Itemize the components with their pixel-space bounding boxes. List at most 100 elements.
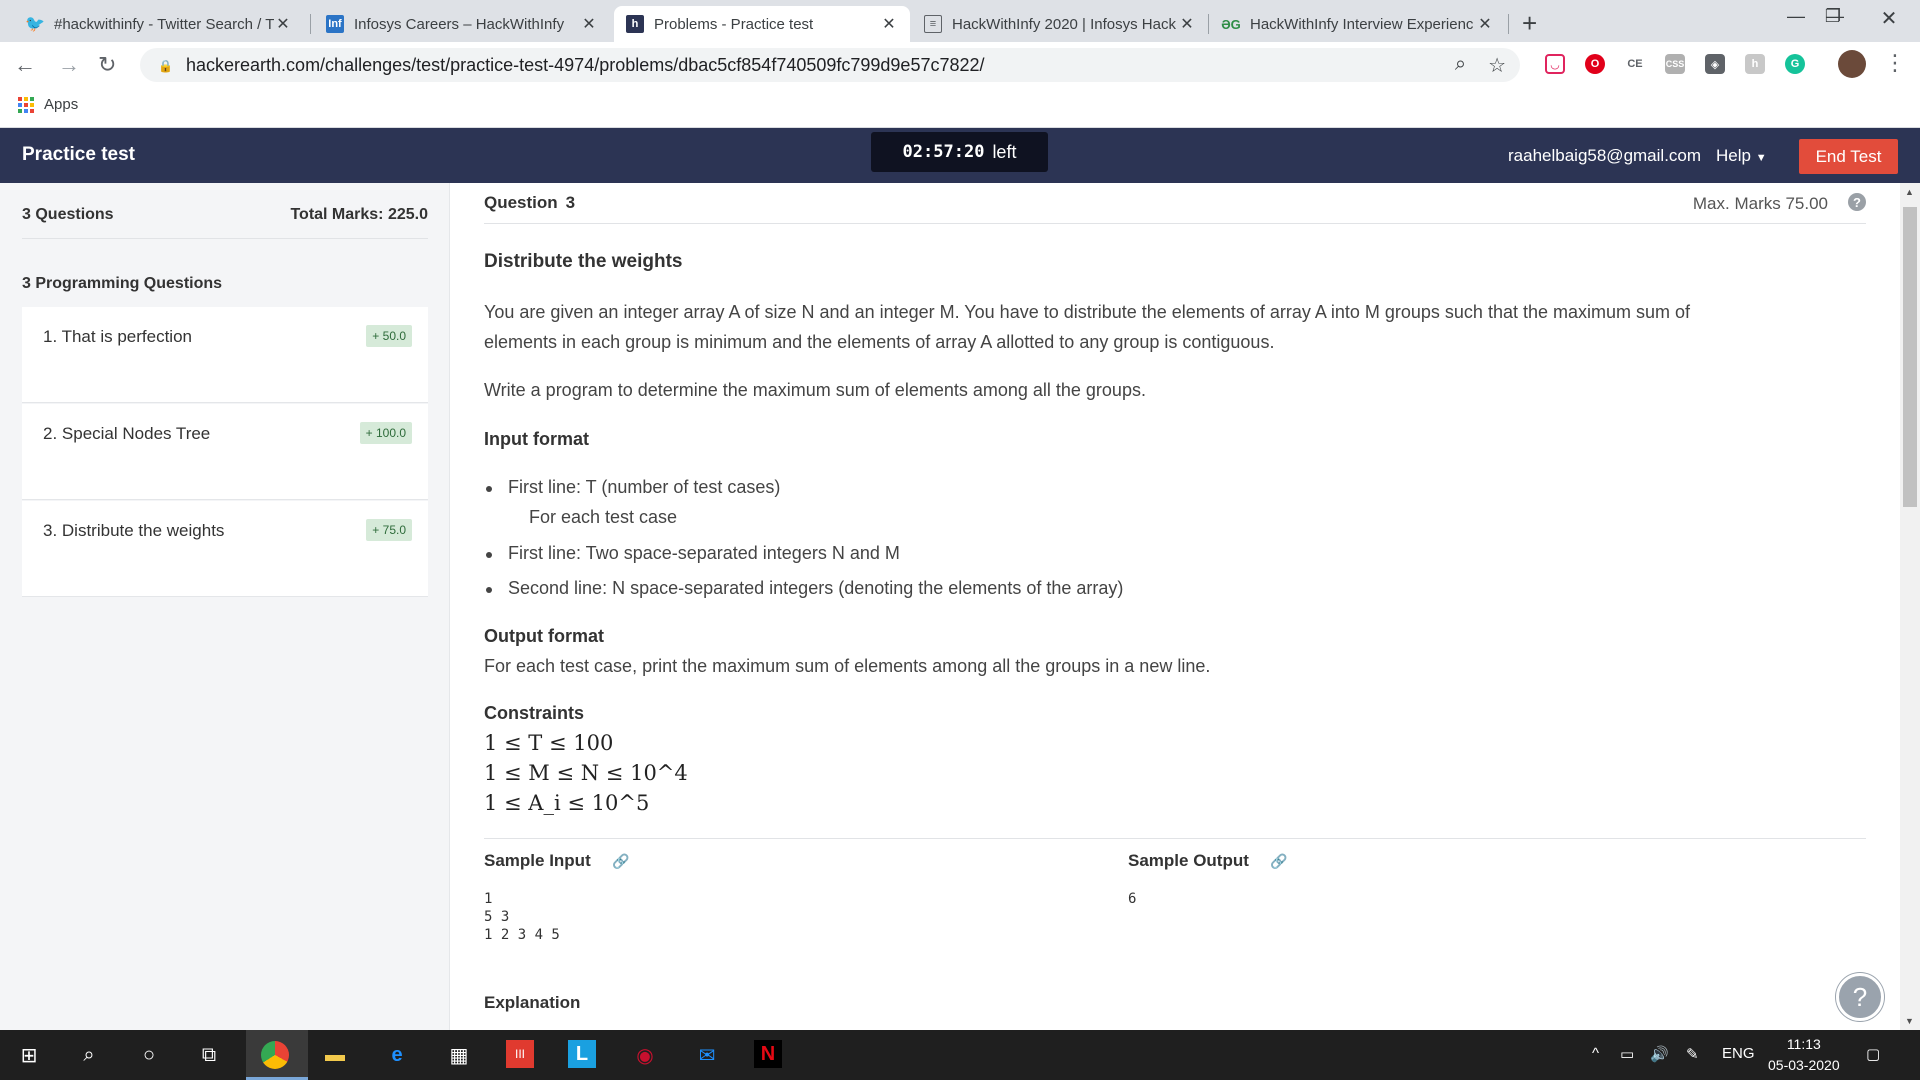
- user-email[interactable]: raahelbaig58@gmail.com: [1508, 146, 1701, 166]
- help-dropdown[interactable]: Help ▼: [1716, 146, 1767, 166]
- search-icon[interactable]: ⌕: [74, 1040, 104, 1070]
- marks-badge: + 50.0: [366, 325, 412, 347]
- lock-icon: 🔒: [158, 59, 173, 73]
- profile-avatar[interactable]: [1838, 50, 1866, 78]
- language-indicator[interactable]: ENG: [1722, 1045, 1755, 1062]
- tab-practice-test[interactable]: h Problems - Practice test ✕: [614, 6, 910, 42]
- gfg-icon: ƏG: [1221, 16, 1241, 32]
- windows-start-icon[interactable]: ⊞: [14, 1040, 44, 1070]
- volume-icon[interactable]: 🔊: [1650, 1045, 1669, 1063]
- tab-hackwithinfy-2020[interactable]: ≡ HackWithInfy 2020 | Infosys Hack ✕: [912, 6, 1208, 42]
- hackerearth-extension-icon[interactable]: h: [1745, 54, 1765, 74]
- scrollbar-thumb[interactable]: [1903, 207, 1917, 507]
- output-format-text: For each test case, print the maximum su…: [484, 656, 1211, 676]
- app-header: Practice test 02:57:20 left raahelbaig58…: [0, 128, 1920, 183]
- edge-icon[interactable]: e: [382, 1040, 412, 1070]
- battery-icon[interactable]: ▭: [1620, 1045, 1634, 1063]
- apps-bookmark[interactable]: Apps: [18, 96, 78, 113]
- close-icon[interactable]: ✕: [880, 14, 898, 34]
- question-item-2[interactable]: 2. Special Nodes Tree + 100.0: [22, 404, 428, 500]
- address-bar[interactable]: 🔒 hackerearth.com/challenges/test/practi…: [140, 48, 1520, 82]
- mail-icon[interactable]: ✉: [692, 1040, 722, 1070]
- scroll-up-icon[interactable]: ▲: [1905, 187, 1914, 197]
- max-marks: Max. Marks 75.00: [1692, 194, 1828, 213]
- notifications-icon[interactable]: ▢: [1866, 1045, 1880, 1063]
- file-explorer-icon[interactable]: ▬: [320, 1040, 350, 1070]
- questions-count: 3 Questions: [22, 206, 114, 223]
- opera-extension-icon[interactable]: O: [1585, 54, 1605, 74]
- problem-panel: Question 3 Max. Marks 75.00 ? Distribute …: [450, 183, 1900, 1030]
- help-circle-icon[interactable]: ?: [1848, 193, 1866, 211]
- end-test-button[interactable]: End Test: [1799, 139, 1898, 174]
- reload-icon[interactable]: ↻: [98, 52, 116, 78]
- section-title: 3 Programming Questions: [22, 275, 223, 292]
- page-scrollbar[interactable]: ▲ ▼: [1900, 183, 1920, 1030]
- page-icon: ≡: [924, 15, 942, 33]
- twitter-icon: 🐦: [25, 16, 45, 33]
- ce-extension-icon[interactable]: CE: [1625, 54, 1645, 74]
- constraint-line: 1 ≤ M ≤ N ≤ 10^4: [484, 761, 688, 785]
- grammarly-icon[interactable]: G: [1785, 54, 1805, 74]
- forward-icon[interactable]: →: [58, 52, 80, 78]
- launcher-l-icon[interactable]: L: [568, 1040, 596, 1068]
- store-icon[interactable]: ▦: [444, 1040, 474, 1070]
- statement-line-1: You are given an integer array A of size…: [484, 302, 1691, 322]
- link-icon[interactable]: 🔗: [612, 853, 629, 870]
- tab-title: HackWithInfy Interview Experienc: [1250, 15, 1474, 33]
- tab-interview-experience[interactable]: ƏG HackWithInfy Interview Experienc ✕: [1210, 6, 1506, 42]
- help-button[interactable]: ?: [1836, 973, 1884, 1021]
- css-extension-icon[interactable]: CSS: [1665, 54, 1685, 74]
- input-subline: For each test case: [529, 507, 678, 527]
- cortana-icon[interactable]: ○: [134, 1040, 164, 1070]
- browser-toolbar: ← → ↻ 🔒 hackerearth.com/challenges/test/…: [0, 42, 1920, 88]
- tab-title: Infosys Careers – HackWithInfy: [354, 15, 565, 33]
- constraint-line: 1 ≤ T ≤ 100: [484, 731, 614, 755]
- tray-chevron-icon[interactable]: ^: [1592, 1045, 1599, 1062]
- question-item-3[interactable]: 3. Distribute the weights + 75.0: [22, 501, 428, 597]
- problem-title: Distribute the weights: [484, 251, 683, 272]
- shield-extension-icon[interactable]: ◈: [1705, 54, 1725, 74]
- tab-divider: [310, 14, 311, 34]
- tab-divider: [1208, 14, 1209, 34]
- task-view-icon[interactable]: ⧉: [194, 1040, 224, 1070]
- restore-icon[interactable]: ❐: [1810, 6, 1856, 27]
- new-tab-button[interactable]: +: [1522, 8, 1537, 39]
- input-bullet: First line: T (number of test cases): [485, 477, 781, 497]
- question-item-1[interactable]: 1. That is perfection + 50.0: [22, 307, 428, 403]
- chrome-icon[interactable]: [261, 1041, 289, 1069]
- marks-badge: + 100.0: [359, 422, 412, 444]
- bookmarks-bar: Apps: [0, 88, 1920, 128]
- menu-kebab-icon[interactable]: ⋮: [1884, 50, 1906, 76]
- sidebar-summary: 3 Questions Total Marks: 225.0: [22, 206, 428, 239]
- system-clock[interactable]: 11:13 05-03-2020: [1768, 1034, 1840, 1076]
- windows-taskbar: ⊞ ⌕ ○ ⧉ ▬ e ▦ III L ◉ ✉ N ^ ▭ 🔊 ✎ ENG 11…: [0, 1030, 1920, 1080]
- tab-infosys[interactable]: Inf Infosys Careers – HackWithInfy ✕: [314, 6, 610, 42]
- netflix-icon[interactable]: N: [754, 1040, 782, 1068]
- input-bullet: First line: Two space-separated integers…: [486, 543, 900, 563]
- pen-icon[interactable]: ✎: [1686, 1045, 1699, 1063]
- bookmark-star-icon[interactable]: ☆: [1488, 53, 1506, 78]
- tab-divider: [1508, 14, 1509, 34]
- page-title: Practice test: [22, 144, 136, 165]
- link-icon[interactable]: 🔗: [1270, 853, 1287, 870]
- explanation-label: Explanation: [484, 993, 581, 1012]
- close-icon[interactable]: ✕: [1178, 14, 1196, 34]
- input-bullet: Second line: N space-separated integers …: [485, 578, 1124, 598]
- mcafee-icon[interactable]: ◉: [630, 1040, 660, 1070]
- zoom-icon[interactable]: ⌕: [1455, 53, 1466, 78]
- input-format-heading: Input format: [484, 429, 589, 449]
- close-icon[interactable]: ✕: [1476, 14, 1494, 34]
- pocket-extension-icon[interactable]: ◡: [1545, 54, 1565, 74]
- app-red-icon[interactable]: III: [506, 1040, 534, 1068]
- tab-twitter[interactable]: 🐦 #hackwithinfy - Twitter Search / T ✕: [14, 6, 304, 42]
- close-icon[interactable]: ✕: [274, 14, 292, 34]
- scroll-down-icon[interactable]: ▼: [1905, 1016, 1914, 1026]
- close-icon[interactable]: ✕: [580, 14, 598, 34]
- sample-input-label: Sample Input: [484, 851, 591, 870]
- back-icon[interactable]: ←: [14, 52, 36, 78]
- tab-title: Problems - Practice test: [654, 15, 814, 33]
- constraint-line: 1 ≤ A_i ≤ 10^5: [484, 791, 650, 815]
- question-label: 2. Special Nodes Tree: [43, 424, 211, 443]
- apps-label: Apps: [44, 96, 79, 113]
- close-window-icon[interactable]: ✕: [1866, 6, 1912, 31]
